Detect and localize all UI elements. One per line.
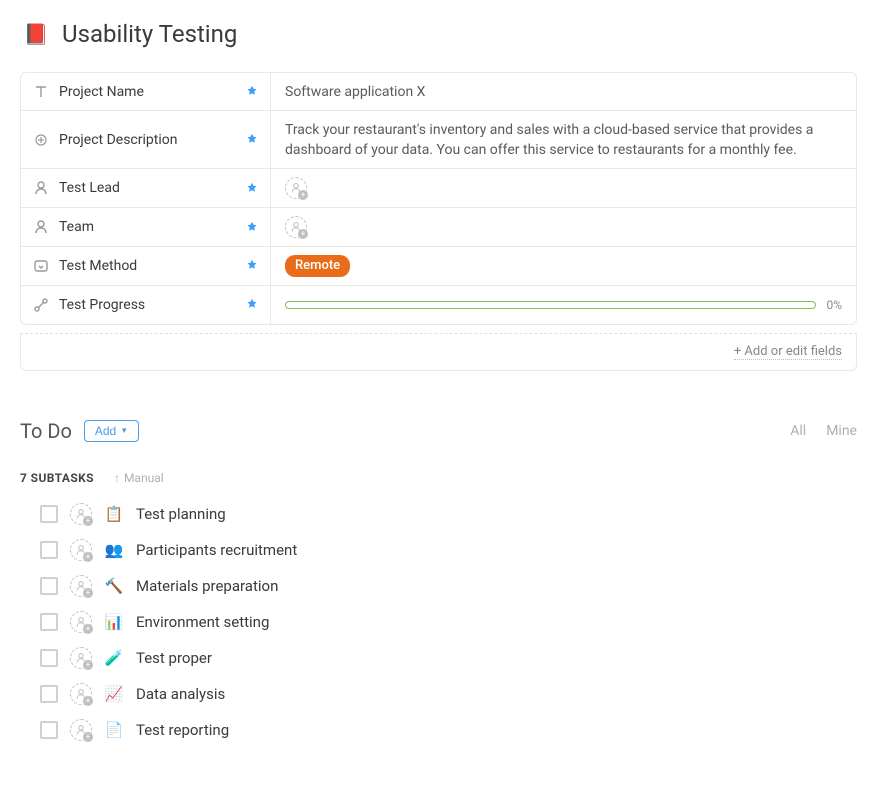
dropdown-icon <box>33 258 49 274</box>
chevron-down-icon: ▼ <box>120 426 128 435</box>
arrow-up-icon: ↑ <box>114 471 120 485</box>
subtask-checkbox[interactable] <box>40 541 58 559</box>
subtask-title: Test reporting <box>136 721 229 739</box>
page-header: 📕 Usability Testing <box>20 20 857 48</box>
assignee-placeholder-icon[interactable] <box>70 647 92 669</box>
add-fields-row: + Add or edit fields <box>20 333 857 371</box>
subtask-emoji: 📄 <box>104 721 124 739</box>
field-row-project-description: Project Description Track your restauran… <box>21 111 856 169</box>
subtask-checkbox[interactable] <box>40 685 58 703</box>
description-icon <box>33 132 49 148</box>
field-row-test-lead: Test Lead <box>21 169 856 208</box>
subtask-item[interactable]: 👥 Participants recruitment <box>40 539 857 561</box>
field-value[interactable]: Software application X <box>271 73 856 110</box>
subtask-item[interactable]: 📄 Test reporting <box>40 719 857 741</box>
person-icon <box>33 219 49 235</box>
subtask-item[interactable]: 📊 Environment setting <box>40 611 857 633</box>
person-icon <box>33 180 49 196</box>
assignee-placeholder-icon[interactable] <box>70 611 92 633</box>
subtask-count: 7 SUBTASKS <box>20 471 94 485</box>
subtask-item[interactable]: 🧪 Test proper <box>40 647 857 669</box>
subtask-emoji: 📈 <box>104 685 124 703</box>
sort-label: Manual <box>124 471 164 485</box>
add-button-label: Add <box>95 424 116 438</box>
subtask-list: 📋 Test planning 👥 Participants recruitme… <box>20 503 857 741</box>
subtask-item[interactable]: 📈 Data analysis <box>40 683 857 705</box>
field-label-cell: Test Lead <box>21 169 271 207</box>
field-label: Test Progress <box>59 297 145 313</box>
subtask-checkbox[interactable] <box>40 649 58 667</box>
pin-icon[interactable] <box>246 256 258 275</box>
subtask-checkbox[interactable] <box>40 505 58 523</box>
filter-mine[interactable]: Mine <box>826 423 857 439</box>
assignee-placeholder-icon[interactable] <box>285 216 307 238</box>
progress-bar <box>285 301 816 309</box>
todo-header: To Do Add ▼ All Mine <box>20 419 857 443</box>
subtask-title: Participants recruitment <box>136 541 297 559</box>
subtask-emoji: 🔨 <box>104 577 124 595</box>
page-icon: 📕 <box>24 22 48 46</box>
assignee-placeholder-icon[interactable] <box>70 503 92 525</box>
badge-remote[interactable]: Remote <box>285 255 350 277</box>
filter-all[interactable]: All <box>790 423 806 439</box>
subtask-item[interactable]: 📋 Test planning <box>40 503 857 525</box>
field-value[interactable] <box>271 208 856 246</box>
field-row-team: Team <box>21 208 856 247</box>
sort-button[interactable]: ↑ Manual <box>114 471 164 485</box>
subtask-title: Test proper <box>136 649 212 667</box>
assignee-placeholder-icon[interactable] <box>70 719 92 741</box>
assignee-placeholder-icon[interactable] <box>70 575 92 597</box>
field-value[interactable]: 0% <box>271 286 856 324</box>
filter-group: All Mine <box>790 423 857 439</box>
page-title: Usability Testing <box>62 20 237 48</box>
subtask-title: Test planning <box>136 505 226 523</box>
subtask-checkbox[interactable] <box>40 613 58 631</box>
subtask-emoji: 📊 <box>104 613 124 631</box>
subtask-header: 7 SUBTASKS ↑ Manual <box>20 471 857 485</box>
todo-title: To Do <box>20 419 72 443</box>
pin-icon[interactable] <box>246 218 258 237</box>
field-row-test-method: Test Method Remote <box>21 247 856 286</box>
add-edit-fields-link[interactable]: + Add or edit fields <box>734 344 842 360</box>
field-label-cell: Test Method <box>21 247 271 285</box>
field-row-project-name: Project Name Software application X <box>21 73 856 111</box>
subtask-emoji: 👥 <box>104 541 124 559</box>
field-label-cell: Team <box>21 208 271 246</box>
field-label: Project Description <box>59 132 177 148</box>
subtask-title: Data analysis <box>136 685 225 703</box>
field-row-test-progress: Test Progress 0% <box>21 286 856 324</box>
pin-icon[interactable] <box>246 130 258 149</box>
subtask-emoji: 📋 <box>104 505 124 523</box>
subtask-title: Materials preparation <box>136 577 278 595</box>
field-label-cell: Test Progress <box>21 286 271 324</box>
field-label-cell: Project Description <box>21 111 271 168</box>
field-label: Test Lead <box>59 180 120 196</box>
text-icon <box>33 84 49 100</box>
field-value[interactable]: Track your restaurant's inventory and sa… <box>271 111 856 168</box>
field-label: Test Method <box>59 258 137 274</box>
assignee-placeholder-icon[interactable] <box>70 683 92 705</box>
todo-section: To Do Add ▼ All Mine 7 SUBTASKS ↑ Manual… <box>20 419 857 741</box>
subtask-title: Environment setting <box>136 613 269 631</box>
pin-icon[interactable] <box>246 82 258 101</box>
field-value[interactable]: Remote <box>271 247 856 285</box>
field-value[interactable] <box>271 169 856 207</box>
pin-icon[interactable] <box>246 295 258 314</box>
assignee-placeholder-icon[interactable] <box>285 177 307 199</box>
field-label: Team <box>59 219 94 235</box>
add-button[interactable]: Add ▼ <box>84 420 139 442</box>
progress-icon <box>33 297 49 313</box>
subtask-item[interactable]: 🔨 Materials preparation <box>40 575 857 597</box>
field-label-cell: Project Name <box>21 73 271 110</box>
field-label: Project Name <box>59 84 144 100</box>
assignee-placeholder-icon[interactable] <box>70 539 92 561</box>
subtask-emoji: 🧪 <box>104 649 124 667</box>
subtask-checkbox[interactable] <box>40 721 58 739</box>
detail-table: Project Name Software application X Proj… <box>20 72 857 325</box>
subtask-checkbox[interactable] <box>40 577 58 595</box>
progress-percent: 0% <box>826 298 842 312</box>
pin-icon[interactable] <box>246 179 258 198</box>
